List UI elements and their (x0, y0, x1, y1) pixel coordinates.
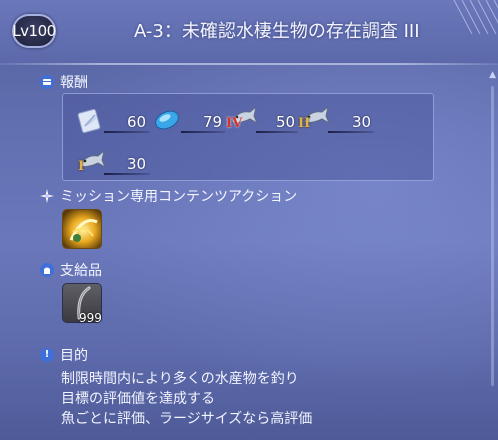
reward-quantity: 30 (352, 113, 372, 131)
scrollbar[interactable] (491, 86, 494, 386)
objective-line: 制限時間内により多くの水産物を釣り (61, 371, 299, 387)
rewards-icon (40, 75, 54, 89)
mission-action-label: ミッション専用コンテンツアクション (60, 189, 298, 205)
objective-line: 目標の評価値を達成する (61, 391, 215, 407)
tier-label: IV (226, 116, 243, 131)
supplies-bag-icon (40, 263, 54, 277)
mission-detail-panel: Lv100 A-3：未確認水棲生物の存在調査 III ▲ 報酬 60 79 IV… (0, 0, 498, 440)
supply-quantity: 999 (79, 311, 102, 325)
header: Lv100 A-3：未確認水棲生物の存在調査 III (0, 0, 498, 64)
mission-action-icon[interactable] (62, 209, 102, 249)
quantity-bar (104, 173, 150, 175)
tier-label: II (298, 116, 311, 131)
quantity-bar (328, 131, 374, 133)
rewards-header: 報酬 (40, 72, 88, 92)
scroll-up-icon[interactable]: ▲ (489, 70, 496, 80)
blue-crystal-icon[interactable] (153, 106, 181, 134)
supplies-label: 支給品 (60, 263, 102, 279)
tier-label: I (78, 159, 85, 174)
reward-quantity: 30 (127, 155, 147, 173)
mission-action-header: ミッション専用コンテンツアクション (40, 186, 297, 206)
supplies-header: 支給品 (40, 260, 102, 280)
level-badge: Lv100 (12, 14, 56, 48)
objective-header: ! 目的 (40, 345, 88, 365)
header-divider (0, 63, 498, 65)
quantity-bar (181, 131, 225, 133)
quantity-bar (256, 131, 298, 133)
rewards-label: 報酬 (60, 75, 88, 91)
sparkle-icon (40, 189, 54, 203)
quantity-bar (104, 131, 150, 133)
objective-label: 目的 (60, 348, 88, 364)
mission-title: A-3：未確認水棲生物の存在調査 III (134, 21, 420, 42)
level-label: Lv100 (12, 22, 56, 40)
objective-line: 魚ごとに評価、ラージサイズなら高評価 (61, 411, 313, 427)
feather-card-icon[interactable] (76, 106, 104, 134)
reward-quantity: 50 (276, 113, 296, 131)
corner-pattern-icon (446, 0, 498, 34)
reward-quantity: 60 (127, 113, 147, 131)
reward-quantity: 79 (203, 113, 223, 131)
exclamation-icon: ! (40, 348, 54, 362)
